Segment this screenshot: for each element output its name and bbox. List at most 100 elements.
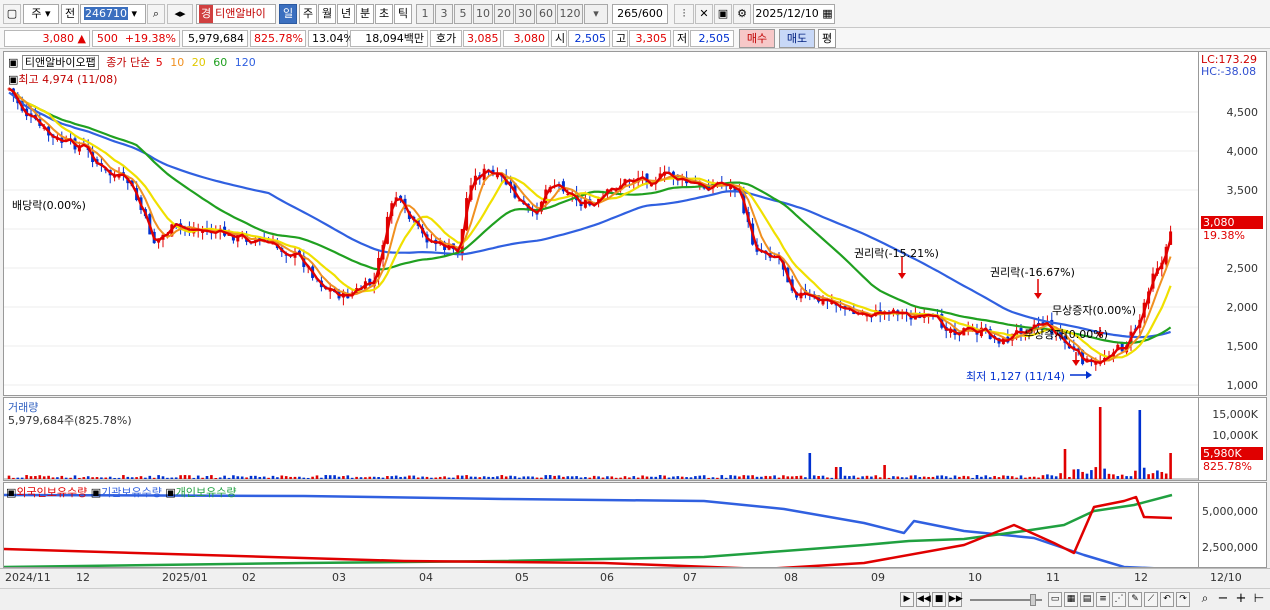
volume-bar bbox=[953, 475, 957, 479]
volume-bar bbox=[632, 476, 636, 479]
zoom-in-icon[interactable]: + bbox=[1234, 592, 1248, 607]
scroll-right-icon[interactable]: ▶ bbox=[900, 592, 914, 607]
volume-bar bbox=[1107, 473, 1111, 479]
draw-icon[interactable]: ✎ bbox=[1128, 592, 1142, 607]
date-field[interactable]: 2025/12/10 ▦ bbox=[753, 4, 835, 24]
volume-bar bbox=[130, 477, 134, 479]
volume-bar bbox=[1129, 476, 1133, 479]
zoom-search-icon[interactable]: ⌕ bbox=[1198, 592, 1212, 607]
chart-tool-icon[interactable]: ▭ bbox=[1048, 592, 1062, 607]
data-count-total: /600 bbox=[638, 7, 663, 20]
chart-type-button[interactable]: 전 bbox=[61, 4, 79, 24]
fast-forward-icon[interactable]: ▶▶ bbox=[948, 592, 963, 607]
tab-tick[interactable]: 틱 bbox=[394, 4, 412, 24]
tab-monthly[interactable]: 월 bbox=[318, 4, 336, 24]
volume-bar bbox=[210, 475, 213, 479]
trend-icon[interactable]: ⟋ bbox=[1144, 592, 1158, 607]
interval-5[interactable]: 5 bbox=[454, 4, 472, 24]
interval-10[interactable]: 10 bbox=[473, 4, 493, 24]
rewind-icon[interactable]: ◀◀ bbox=[916, 592, 931, 607]
volume-bar bbox=[927, 476, 930, 479]
holdings-axis[interactable]: 5,000,000 2,500,000 bbox=[1199, 482, 1267, 568]
interval-120[interactable]: 120 bbox=[557, 4, 583, 24]
annotation-arrow-head bbox=[898, 273, 906, 279]
legend-institution[interactable]: 기관보유수량 bbox=[101, 486, 162, 499]
volume-axis[interactable]: 15,000K 10,000K 5,980K 825.78% bbox=[1199, 397, 1267, 481]
volume-bar bbox=[980, 476, 983, 479]
tab-minute[interactable]: 분 bbox=[356, 4, 374, 24]
volume-bar bbox=[535, 477, 539, 479]
price-chart-panel[interactable]: ▣ 티앤알바이오팹 종가 단순 5 10 20 60 120 ▣최고 4,974… bbox=[3, 51, 1199, 396]
volume-bar bbox=[443, 476, 446, 479]
volume-bar bbox=[430, 477, 433, 479]
interval-30[interactable]: 30 bbox=[515, 4, 535, 24]
stop-icon[interactable]: ■ bbox=[932, 592, 946, 607]
stock-code-input[interactable]: 246710 ▾ bbox=[80, 4, 146, 24]
volume-bar bbox=[302, 477, 306, 479]
legend-individual[interactable]: 개인보유수량 bbox=[176, 486, 237, 499]
volume-bar bbox=[100, 477, 103, 479]
buy-button[interactable]: 매수 bbox=[739, 29, 775, 48]
tab-second[interactable]: 초 bbox=[375, 4, 393, 24]
fit-icon[interactable]: ⊢ bbox=[1252, 592, 1266, 607]
grid-icon[interactable]: ▤ bbox=[1080, 592, 1094, 607]
volume-bar bbox=[390, 476, 394, 479]
candle-icon[interactable]: ⫶ bbox=[674, 4, 694, 24]
interval-20[interactable]: 20 bbox=[494, 4, 514, 24]
gear-icon[interactable]: ⚙ bbox=[733, 4, 751, 24]
volume-bar bbox=[157, 475, 160, 479]
volume-bar bbox=[733, 475, 737, 479]
volume-bar bbox=[60, 475, 64, 479]
sell-button[interactable]: 매도 bbox=[779, 29, 815, 48]
volume-bar bbox=[104, 477, 108, 479]
volume-bar bbox=[1041, 475, 1045, 479]
data-count-field[interactable]: 265/600 bbox=[612, 4, 668, 24]
stock-name-field[interactable]: 경 티앤알바이 bbox=[196, 4, 276, 24]
legend-foreign[interactable]: 외국인보유수량 bbox=[16, 486, 87, 499]
undo-icon[interactable]: ↶ bbox=[1160, 592, 1174, 607]
interval-3[interactable]: 3 bbox=[435, 4, 453, 24]
legend-stock-name[interactable]: 티앤알바이오팹 bbox=[21, 55, 99, 70]
average-button[interactable]: 평 bbox=[818, 29, 836, 48]
period-select[interactable]: 주 ▾ bbox=[23, 4, 59, 24]
volume-bar bbox=[518, 477, 521, 479]
tab-yearly[interactable]: 년 bbox=[337, 4, 355, 24]
volume-bar bbox=[764, 475, 768, 479]
volume-chart-panel[interactable]: 거래량 5,979,684주(825.78%) bbox=[3, 397, 1199, 481]
volume-bar bbox=[940, 475, 944, 479]
interval-60[interactable]: 60 bbox=[536, 4, 556, 24]
volume-bar bbox=[223, 475, 226, 479]
interval-dropdown[interactable]: ▾ bbox=[584, 4, 608, 24]
volume-bar bbox=[839, 467, 842, 479]
tab-weekly[interactable]: 주 bbox=[299, 4, 317, 24]
table-icon[interactable]: ▦ bbox=[1064, 592, 1078, 607]
volume-bar bbox=[526, 476, 530, 479]
volume-bar bbox=[975, 475, 979, 479]
volume-bar bbox=[575, 476, 578, 479]
holdings-chart-panel[interactable]: ▣외국인보유수량 ▣기관보유수량 ▣개인보유수량 bbox=[3, 482, 1199, 568]
search-icon[interactable]: ⌕ bbox=[147, 4, 165, 24]
price-axis[interactable]: LC:173.29 HC:-38.08 4,500 4,000 3,500 2,… bbox=[1199, 51, 1267, 396]
volume-bar bbox=[883, 465, 886, 479]
volume-bar bbox=[262, 476, 266, 479]
volume-bar bbox=[905, 477, 908, 479]
volume-bar bbox=[795, 476, 798, 479]
window-icon[interactable]: ▢ bbox=[3, 4, 21, 24]
volume-bar bbox=[276, 477, 279, 479]
volume-bar bbox=[887, 477, 891, 479]
zoom-slider-handle[interactable] bbox=[1030, 594, 1036, 606]
speaker-icon[interactable]: ◂▸ bbox=[167, 4, 193, 24]
save-icon[interactable]: ▣ bbox=[714, 4, 732, 24]
tab-daily[interactable]: 일 bbox=[279, 4, 297, 24]
redo-icon[interactable]: ↷ bbox=[1176, 592, 1190, 607]
list-icon[interactable]: ≡ bbox=[1096, 592, 1110, 607]
volume-bar bbox=[342, 476, 345, 479]
volume-bar bbox=[949, 477, 952, 479]
x-tick-08: 08 bbox=[784, 571, 798, 584]
zoom-out-icon[interactable]: − bbox=[1216, 592, 1230, 607]
date-value: 2025/12/10 bbox=[755, 7, 819, 20]
price-chart bbox=[4, 87, 1198, 386]
interval-1[interactable]: 1 bbox=[416, 4, 434, 24]
crosshair-icon[interactable]: ✕ bbox=[695, 4, 713, 24]
indicator-icon[interactable]: ⋰ bbox=[1112, 592, 1126, 607]
